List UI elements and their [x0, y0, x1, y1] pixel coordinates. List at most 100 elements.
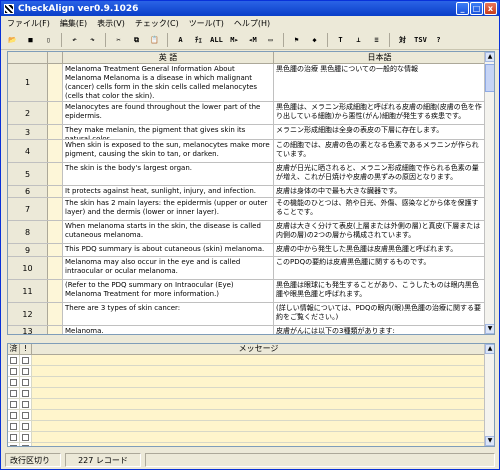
done-checkbox-cell[interactable] [8, 366, 20, 376]
message-cell[interactable] [32, 421, 486, 431]
help-icon[interactable]: ? [431, 33, 446, 48]
flag-checkbox[interactable] [22, 356, 29, 364]
vertical-scrollbar[interactable]: ▲ ▼ [484, 52, 494, 334]
table-row[interactable]: 3 They make melanin, the pigment that giv… [8, 125, 486, 140]
english-cell[interactable]: This PDQ summary is about cutaneous (ski… [63, 244, 274, 256]
english-cell[interactable]: The skin has 2 main layers: the epidermi… [63, 198, 274, 220]
tag-icon[interactable]: ◆ [307, 33, 322, 48]
row-number[interactable]: 2 [8, 102, 48, 124]
table-row[interactable]: 11 (Refer to the PDQ summary on Intraocul… [8, 280, 486, 303]
menu-item-1[interactable]: 編集(E) [60, 18, 87, 29]
flag-checkbox-cell[interactable] [20, 421, 32, 431]
message-row[interactable] [8, 421, 486, 432]
english-cell[interactable]: There are 3 types of skin cancer: [63, 303, 274, 325]
menu-item-5[interactable]: ヘルプ(H) [234, 18, 270, 29]
message-row[interactable] [8, 388, 486, 399]
message-scroll-down-icon[interactable]: ▼ [485, 436, 494, 446]
japanese-cell[interactable]: このPDQの要約は皮膚黒色腫に関するものです。 [274, 257, 486, 279]
undo-icon[interactable]: ↶ [67, 33, 82, 48]
pane-icon[interactable]: ▭ [263, 33, 278, 48]
table-row[interactable]: 1 Melanoma Treatment General Information … [8, 64, 486, 102]
new-icon[interactable]: ▯ [41, 33, 56, 48]
message-cell[interactable] [32, 432, 486, 442]
table-row[interactable]: 12 There are 3 types of skin cancer: (詳しい情… [8, 303, 486, 326]
done-checkbox-cell[interactable] [8, 399, 20, 409]
japanese-cell[interactable]: 黒色腫の治療 黒色腫についての一般的な情報 [274, 64, 486, 101]
japanese-cell[interactable]: 皮膚がんには以下の3種類があります: [274, 326, 486, 334]
english-cell[interactable]: Melanoma. [63, 326, 274, 334]
message-scrollbar[interactable]: ▲ ▼ [484, 344, 494, 446]
message-cell[interactable] [32, 399, 486, 409]
message-cell[interactable] [32, 443, 486, 446]
message-row[interactable] [8, 443, 486, 446]
cut-icon[interactable]: ✂ [111, 33, 126, 48]
font-icon[interactable]: A [173, 33, 188, 48]
done-checkbox-cell[interactable] [8, 443, 20, 446]
flag-checkbox[interactable] [22, 400, 29, 408]
row-number[interactable]: 13 [8, 326, 48, 334]
table-row[interactable]: 13 Melanoma. 皮膚がんには以下の3種類があります: [8, 326, 486, 334]
maximize-button[interactable]: □ [470, 2, 483, 15]
copy-icon[interactable]: ⧉ [129, 33, 144, 48]
japanese-cell[interactable]: その機能のひとつは、熱や日光、外傷、感染などから体を保護することです。 [274, 198, 486, 220]
row-number[interactable]: 4 [8, 140, 48, 162]
done-checkbox[interactable] [10, 389, 17, 397]
message-column-header[interactable]: メッセージ [32, 344, 486, 354]
check-icon[interactable]: ﾁｪ [191, 33, 206, 48]
message-row[interactable] [8, 410, 486, 421]
save-icon[interactable]: ■ [23, 33, 38, 48]
message-row[interactable] [8, 432, 486, 443]
menu-item-4[interactable]: ツール(T) [189, 18, 224, 29]
done-checkbox[interactable] [10, 367, 17, 375]
check-all-icon[interactable]: ALL [209, 33, 224, 48]
english-cell[interactable]: When skin is exposed to the sun, melanoc… [63, 140, 274, 162]
flag-checkbox[interactable] [22, 433, 29, 441]
done-checkbox-cell[interactable] [8, 388, 20, 398]
row-number[interactable]: 1 [8, 64, 48, 101]
compare-icon[interactable]: 対 [395, 33, 410, 48]
row-number[interactable]: 8 [8, 221, 48, 243]
row-number[interactable]: 12 [8, 303, 48, 325]
text-icon[interactable]: T [333, 33, 348, 48]
message-cell[interactable] [32, 355, 486, 365]
row-number[interactable]: 11 [8, 280, 48, 302]
flag-icon[interactable]: ⚑ [289, 33, 304, 48]
table-row[interactable]: 9 This PDQ summary is about cutaneous (sk… [8, 244, 486, 257]
done-checkbox[interactable] [10, 433, 17, 441]
flag-checkbox-cell[interactable] [20, 355, 32, 365]
flag-checkbox[interactable] [22, 367, 29, 375]
table-row[interactable]: 2 Melanocytes are found throughout the lo… [8, 102, 486, 125]
english-cell[interactable]: The skin is the body's largest organ. [63, 163, 274, 185]
flag-checkbox[interactable] [22, 411, 29, 419]
flag-checkbox-cell[interactable] [20, 432, 32, 442]
japanese-cell[interactable]: 黒色腫は眼球にも発生することがあり、こうしたものは眼内黒色腫や眼黒色腫と呼ばれま… [274, 280, 486, 302]
japanese-cell[interactable]: 皮膚は大きく分けて表皮(上層または外側の層)と真皮(下層または内側の層)の2つの… [274, 221, 486, 243]
done-checkbox[interactable] [10, 356, 17, 364]
japanese-cell[interactable]: 黒色腫は、メラニン形成細胞と呼ばれる皮膚の細胞(皮膚の色を作り出している細胞)か… [274, 102, 486, 124]
list-icon[interactable]: ≡ [369, 33, 384, 48]
redo-icon[interactable]: ↷ [85, 33, 100, 48]
menu-item-3[interactable]: チェック(C) [135, 18, 179, 29]
minimize-button[interactable]: _ [456, 2, 469, 15]
english-cell[interactable]: Melanoma Treatment General Information A… [63, 64, 274, 101]
japanese-cell[interactable]: 皮膚の中から発生した黒色腫は皮膚黒色腫と呼ばれます。 [274, 244, 486, 256]
table-row[interactable]: 5 The skin is the body's largest organ. 皮膚… [8, 163, 486, 186]
message-cell[interactable] [32, 388, 486, 398]
scroll-down-icon[interactable]: ▼ [485, 324, 494, 334]
scroll-thumb[interactable] [485, 64, 494, 92]
prev-mismatch-icon[interactable]: ◂M [245, 33, 260, 48]
japanese-cell[interactable]: この細胞では、皮膚の色の素となる色素であるメラニンが作られています。 [274, 140, 486, 162]
japanese-column-header[interactable]: 日本語 [274, 52, 486, 63]
done-checkbox[interactable] [10, 378, 17, 386]
menu-item-0[interactable]: ファイル(F) [7, 18, 50, 29]
flag-checkbox[interactable] [22, 422, 29, 430]
menu-item-2[interactable]: 表示(V) [97, 18, 125, 29]
english-column-header[interactable]: 英 語 [63, 52, 274, 63]
done-checkbox-cell[interactable] [8, 432, 20, 442]
japanese-cell[interactable]: (詳しい情報については、PDQの眼内(眼)黒色腫の治療に関する要約をご覧ください… [274, 303, 486, 325]
message-row[interactable] [8, 366, 486, 377]
open-icon[interactable]: 📂 [5, 33, 20, 48]
flag-checkbox-cell[interactable] [20, 366, 32, 376]
close-button[interactable]: x [484, 2, 497, 15]
row-number[interactable]: 3 [8, 125, 48, 139]
